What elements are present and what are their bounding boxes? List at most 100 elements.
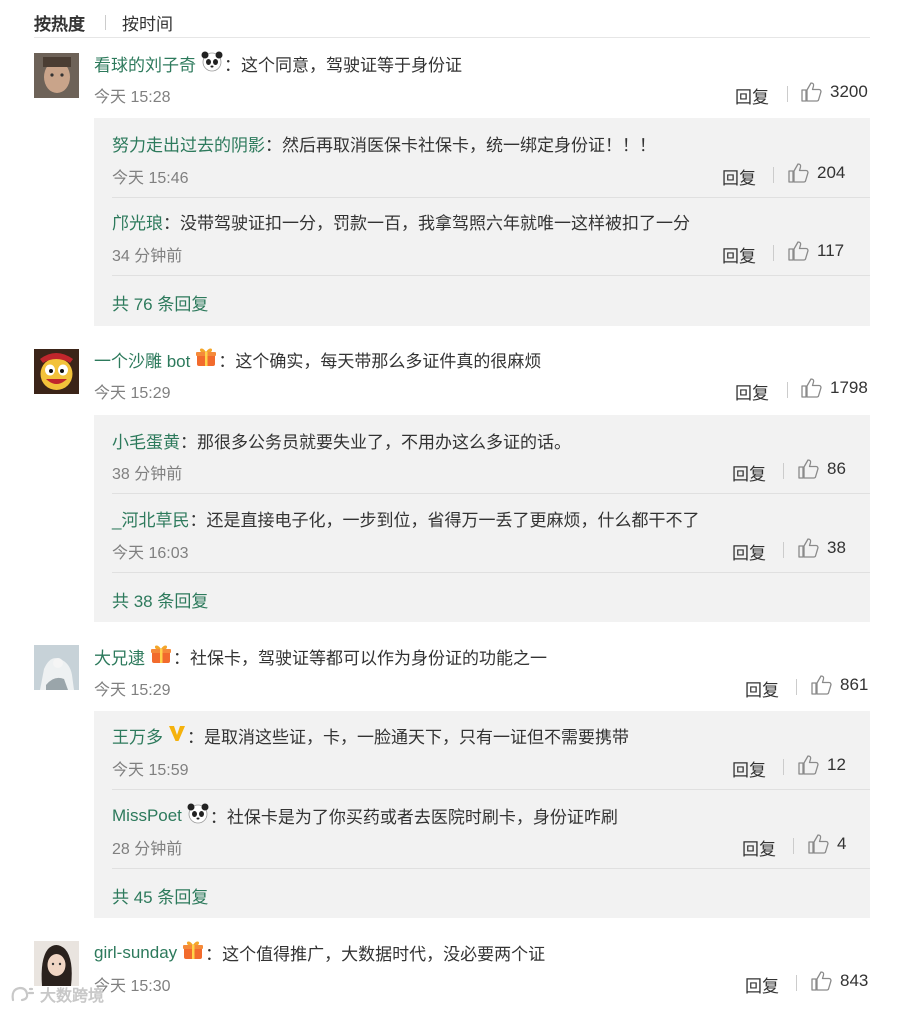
reply-divider [112,197,870,198]
like-count: 86 [827,459,846,478]
reply-line: 小毛蛋黄 ：那很多公务员就要失业了，不用办这么多证的话。 [112,428,571,453]
action-divider [796,975,797,991]
reply-button[interactable]: 回复 [745,972,779,997]
action-divider [796,679,797,695]
reply-line: MissPoet ：社保卡是为了你买药或者去医院时刷卡，身份证咋刷 [112,802,618,829]
sort-bar: 按热度 按时间 [34,9,173,35]
reply-line: 王万多 ：是取消这些证，卡，一脸通天下，只有一证但不需要携带 [112,723,629,748]
username[interactable]: _河北草民 [112,506,189,531]
like-count: 4 [837,834,847,853]
reply-button[interactable]: 回复 [722,164,756,189]
avatar[interactable] [34,645,79,690]
reply-time: 34 分钟前 [112,248,183,265]
header-divider [34,37,870,38]
reply-time: 28 分钟前 [112,841,183,858]
comment-text: ：这个值得推广，大数据时代，没必要两个证 [205,945,546,964]
reply-button[interactable]: 回复 [732,460,766,485]
comment-time: 今天 15:28 [94,89,171,106]
like-button[interactable]: 1798 [801,378,868,398]
reply-button[interactable]: 回复 [735,379,769,404]
comment-time: 今天 15:30 [94,978,171,995]
username[interactable]: 看球的刘子奇 [94,51,196,76]
comment-line: girl-sunday ：这个值得推广，大数据时代，没必要两个证 [94,939,545,966]
username[interactable]: 邝光琅 [112,209,163,234]
reply-text: ：那很多公务员就要失业了，不用办这么多证的话。 [180,433,571,452]
comment-text: ：社保卡，驾驶证等都可以作为身份证的功能之一 [173,649,547,668]
like-button[interactable]: 86 [798,459,846,479]
reply-time: 今天 15:46 [112,170,189,187]
like-count: 204 [817,163,846,182]
username[interactable]: MissPoet [112,806,182,826]
watermark-text: 大数跨境 [40,988,105,1005]
sort-by-time-tab[interactable]: 按时间 [122,10,173,35]
comment-text: ：这个同意，驾驶证等于身份证 [224,56,462,75]
thumbs-up-icon [798,538,819,558]
reply-divider [112,275,870,276]
like-button[interactable]: 38 [798,538,846,558]
action-divider [787,86,788,102]
comment-line: 一个沙雕 bot ：这个确实，每天带那么多证件真的很麻烦 [94,346,541,373]
like-count: 12 [827,755,846,774]
action-divider [773,245,774,261]
like-count: 3200 [830,82,868,101]
more-replies-link[interactable]: 共 38 条回复 [112,587,208,612]
thumbs-up-icon [788,241,809,261]
username[interactable]: 一个沙雕 bot [94,347,190,372]
panda-icon [200,50,224,77]
reply-time: 38 分钟前 [112,466,183,483]
comment-line: 大兄逮 ：社保卡，驾驶证等都可以作为身份证的功能之一 [94,643,547,670]
thumbs-up-icon [798,755,819,775]
like-count: 117 [817,241,845,260]
thumbs-up-icon [798,459,819,479]
username[interactable]: 努力走出过去的阴影 [112,131,265,156]
username[interactable]: 小毛蛋黄 [112,428,180,453]
avatar[interactable] [34,349,79,394]
comment-time: 今天 15:29 [94,682,171,699]
reply-line: 努力走出过去的阴影 ：然后再取消医保卡社保卡，统一绑定身份证！！！ [112,131,656,156]
username[interactable]: 王万多 [112,723,163,748]
reply-button[interactable]: 回复 [735,83,769,108]
comment-text: ：这个确实，每天带那么多证件真的很麻烦 [218,352,542,371]
action-divider [783,463,784,479]
gift-icon [181,939,205,966]
like-count: 861 [840,675,869,694]
thumbs-up-icon [801,82,822,102]
more-replies-link[interactable]: 共 45 条回复 [112,883,208,908]
panda-icon [186,802,210,829]
reply-button[interactable]: 回复 [732,539,766,564]
thumbs-up-icon [788,163,809,183]
gift-icon [194,346,218,373]
username[interactable]: girl-sunday [94,943,177,963]
reply-button[interactable]: 回复 [745,676,779,701]
like-button[interactable]: 204 [788,163,845,183]
action-divider [793,838,794,854]
avatar[interactable] [34,53,79,98]
reply-line: 邝光琅 ：没带驾驶证扣一分，罚款一百，我拿驾照六年就唯一这样被扣了一分 [112,209,690,234]
thumbs-up-icon [811,675,832,695]
reply-time: 今天 16:03 [112,545,189,562]
reply-text: ：然后再取消医保卡社保卡，统一绑定身份证！！！ [265,136,656,155]
more-replies-link[interactable]: 共 76 条回复 [112,290,208,315]
action-divider [783,759,784,775]
action-divider [787,382,788,398]
reply-button[interactable]: 回复 [732,756,766,781]
like-button[interactable]: 861 [811,675,868,695]
v-icon [167,723,187,748]
like-button[interactable]: 3200 [801,82,868,102]
like-button[interactable]: 12 [798,755,846,775]
thumbs-up-icon [808,834,829,854]
reply-button[interactable]: 回复 [722,242,756,267]
reply-button[interactable]: 回复 [742,835,776,860]
watermark: 大数跨境 [10,982,104,1006]
username[interactable]: 大兄逮 [94,644,145,669]
comment-line: 看球的刘子奇 ：这个同意，驾驶证等于身份证 [94,50,462,77]
sort-by-hot-tab[interactable]: 按热度 [34,10,85,35]
action-divider [783,542,784,558]
thumbs-up-icon [801,378,822,398]
like-count: 843 [840,971,869,990]
like-button[interactable]: 843 [811,971,868,991]
avatar[interactable] [34,941,79,986]
comment-time: 今天 15:29 [94,385,171,402]
like-button[interactable]: 4 [808,834,846,854]
like-button[interactable]: 117 [788,241,844,261]
